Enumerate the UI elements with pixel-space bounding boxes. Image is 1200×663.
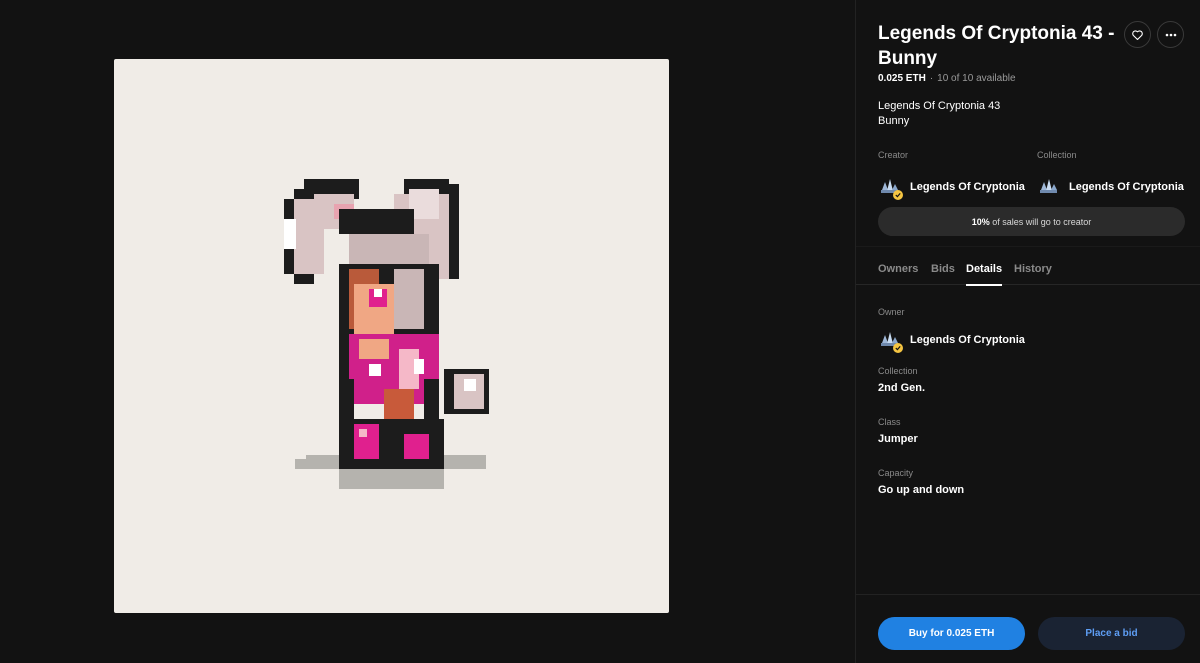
heart-icon: [1132, 29, 1143, 40]
buy-button[interactable]: Buy for 0.025 ETH: [878, 617, 1025, 650]
creator-avatar: [878, 176, 903, 200]
media-pane: [0, 0, 855, 663]
creator-block: Creator Legends Of Cryptonia: [878, 150, 1038, 200]
nft-description: Legends Of Cryptonia 43 Bunny: [878, 99, 1000, 129]
property-label: Collection: [878, 366, 918, 376]
verified-badge-icon: [893, 190, 903, 200]
collection-name: Legends Of Cryptonia: [1069, 181, 1184, 193]
royalty-text: of sales will go to creator: [989, 216, 1092, 227]
property-value: Go up and down: [878, 484, 965, 496]
property-collection: Collection 2nd Gen.: [878, 366, 925, 394]
crystal-icon: [1040, 179, 1057, 193]
nft-title: Legends Of Cryptonia 43 - Bunny: [878, 23, 1115, 69]
price-line: 0.025 ETH · 10 of 10 available: [878, 73, 1016, 84]
property-value: Jumper: [878, 433, 918, 445]
favorite-button[interactable]: [1124, 21, 1151, 48]
tab-details[interactable]: Details: [966, 263, 1003, 286]
tab-history[interactable]: History: [1014, 263, 1052, 285]
separator: ·: [929, 73, 934, 84]
creator-name: Legends Of Cryptonia: [910, 181, 1025, 193]
royalty-percent: 10%: [971, 216, 990, 227]
owner-block: Owner Legends Of Cryptonia: [878, 307, 1025, 353]
property-label: Capacity: [878, 468, 914, 478]
description-line: Legends Of Cryptonia 43: [878, 100, 1001, 112]
tab-owners[interactable]: Owners: [878, 263, 918, 285]
details-tabs: Owners Bids Details History: [856, 246, 1200, 286]
owner-name: Legends Of Cryptonia: [910, 334, 1025, 346]
property-label: Class: [878, 417, 901, 427]
availability: 10 of 10 available: [937, 73, 1016, 84]
property-class: Class Jumper: [878, 417, 918, 445]
verified-badge-icon: [893, 343, 903, 353]
property-capacity: Capacity Go up and down: [878, 468, 964, 496]
more-icon: [1165, 33, 1176, 36]
more-options-button[interactable]: [1157, 21, 1184, 48]
collection-link[interactable]: Legends Of Cryptonia: [1037, 176, 1197, 198]
collection-label: Collection: [1037, 150, 1077, 160]
price: 0.025 ETH: [878, 73, 926, 84]
details-pane: Legends Of Cryptonia 43 - Bunny 0.025 ET…: [855, 0, 1200, 663]
property-value: 2nd Gen.: [878, 382, 926, 394]
tab-bids[interactable]: Bids: [931, 263, 955, 285]
collection-block: Collection Legends Of Cryptonia: [1037, 150, 1197, 198]
royalty-notice: 10% of sales will go to creator: [878, 207, 1185, 236]
nft-artwork[interactable]: [114, 59, 669, 613]
pixel-bunny-image: [284, 179, 489, 489]
creator-label: Creator: [878, 150, 909, 160]
description-line: Bunny: [878, 115, 910, 127]
owner-label: Owner: [878, 307, 905, 317]
place-bid-button[interactable]: Place a bid: [1038, 617, 1185, 650]
owner-link[interactable]: Legends Of Cryptonia: [878, 329, 1025, 353]
collection-avatar: [1037, 176, 1059, 198]
action-footer: Buy for 0.025 ETH Place a bid: [856, 594, 1200, 663]
creator-link[interactable]: Legends Of Cryptonia: [878, 176, 1038, 200]
owner-avatar: [878, 329, 903, 353]
